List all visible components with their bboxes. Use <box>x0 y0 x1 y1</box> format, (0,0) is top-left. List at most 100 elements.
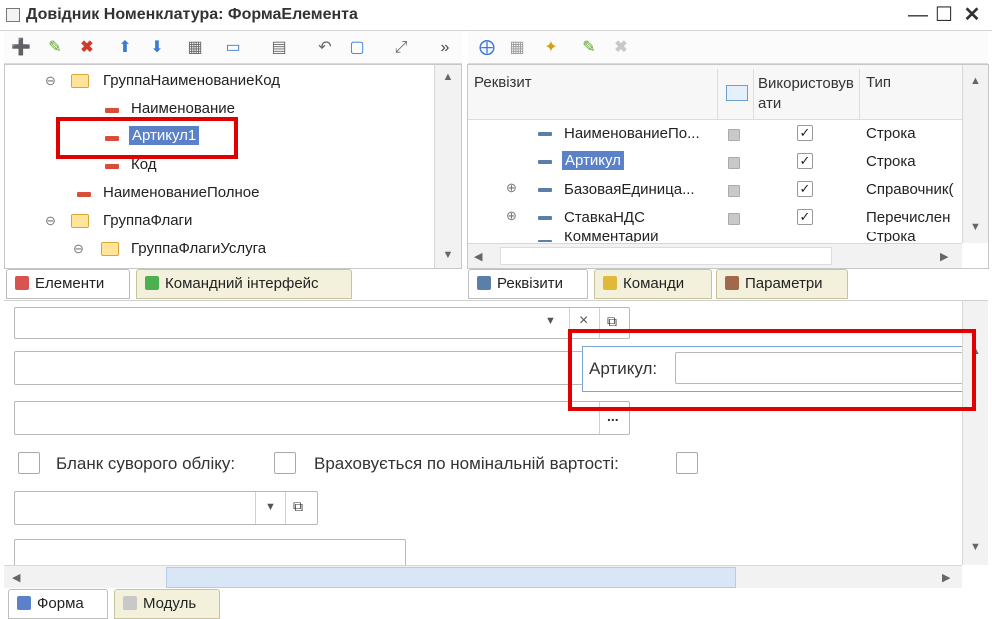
commands-icon <box>603 276 617 290</box>
header-use-label: Використовувати <box>758 75 854 112</box>
right-toolbar: ⨁ ▦ ✦ ✎ ✖ <box>468 31 988 64</box>
scroll-down-icon[interactable]: ▼ <box>435 249 461 261</box>
tree-item-name[interactable]: Наименование <box>131 100 235 117</box>
small-dropdown-field[interactable]: ▼ ⧉ <box>14 491 318 525</box>
add-icon[interactable]: ➕ <box>10 37 32 59</box>
layout-icon[interactable]: ▤ <box>268 37 290 59</box>
blank-label: Бланк суворого обліку: <box>56 454 236 473</box>
table-row[interactable]: Артикул ✓ Строка <box>468 148 962 176</box>
move-up-icon[interactable]: ⬆ <box>114 37 136 59</box>
nominal-label: Враховується по номінальній вартості: <box>314 454 619 473</box>
add-table-icon[interactable]: ▦ <box>506 37 528 59</box>
use-checkbox[interactable]: ✓ <box>797 209 813 225</box>
more-icon[interactable]: » <box>434 37 456 59</box>
tab-form[interactable]: Форма <box>8 589 108 619</box>
requisite-icon <box>538 160 552 164</box>
folder-icon <box>71 74 89 88</box>
table-row[interactable]: Комментарий Строка <box>468 232 962 242</box>
use-checkbox[interactable]: ✓ <box>797 181 813 197</box>
row-name: НаименованиеПо... <box>564 125 700 142</box>
maximize-icon[interactable]: ☐ <box>932 3 956 27</box>
scroll-up-icon[interactable]: ▲ <box>435 71 461 83</box>
open-icon[interactable]: ⧉ <box>607 313 617 330</box>
requisites-table: Реквізит Використовувати Тип Наименовани… <box>467 64 989 269</box>
select-field[interactable]: ... <box>14 401 630 435</box>
tab-form-label: Форма <box>37 595 84 612</box>
header-use[interactable]: Використовувати <box>758 74 856 114</box>
view-icon[interactable]: ▢ <box>346 37 368 59</box>
row-name: БазоваяЕдиница... <box>564 181 695 198</box>
delete-icon[interactable]: ✖ <box>76 37 98 59</box>
form-hscrollbar[interactable]: ◀ ▶ <box>4 565 962 588</box>
minimize-icon[interactable]: — <box>906 3 930 27</box>
divider <box>255 492 256 524</box>
tab-parameters[interactable]: Параметри <box>716 269 848 299</box>
header-requisite[interactable]: Реквізит <box>474 74 532 91</box>
hscroll-thumb[interactable] <box>166 567 736 588</box>
tree-item-full-name[interactable]: НаименованиеПолное <box>103 184 260 201</box>
collapse-icon[interactable]: ⊖ <box>45 73 56 89</box>
expand-row-icon[interactable]: ⊕ <box>506 180 517 196</box>
table-vscrollbar[interactable]: ▲ ▼ <box>962 65 988 243</box>
tab-commands[interactable]: Команди <box>594 269 712 299</box>
highlight-box-form <box>568 329 976 411</box>
row-type: Справочник( <box>866 181 954 198</box>
scroll-right-icon[interactable]: ▶ <box>940 250 948 263</box>
parameters-icon <box>725 276 739 290</box>
tab-command-interface[interactable]: Командний інтерфейс <box>136 269 352 299</box>
display-icon[interactable]: ▭ <box>222 37 244 59</box>
table-hscrollbar[interactable]: ◀ ▶ <box>468 243 962 268</box>
clear-icon[interactable]: × <box>579 312 588 330</box>
nominal-checkbox[interactable] <box>676 452 698 474</box>
scroll-left-icon[interactable]: ◀ <box>474 250 482 263</box>
row-type: Перечислен <box>866 209 951 226</box>
requisite-icon <box>538 216 552 220</box>
collapse-icon[interactable]: ⊖ <box>73 241 84 257</box>
row-name: Артикул <box>562 151 624 170</box>
scroll-down-icon[interactable]: ▼ <box>963 541 988 553</box>
field-icon <box>77 192 91 197</box>
tree-item-group-flags-service[interactable]: ГруппаФлагиУслуга <box>131 240 266 257</box>
add-column-icon[interactable]: ✦ <box>540 37 562 59</box>
close-icon[interactable]: ✕ <box>960 3 984 27</box>
chevron-down-icon[interactable]: ▼ <box>545 315 556 327</box>
table-row[interactable]: ⊕ СтавкаНДС ✓ Перечислен <box>468 204 962 232</box>
tree-scrollbar[interactable]: ▲ ▼ <box>434 65 461 268</box>
scroll-right-icon[interactable]: ▶ <box>942 571 950 584</box>
use-checkbox[interactable]: ✓ <box>797 125 813 141</box>
tab-module[interactable]: Модуль <box>114 589 220 619</box>
scroll-up-icon[interactable]: ▲ <box>963 75 988 87</box>
edit-icon[interactable]: ✎ <box>44 37 66 59</box>
edit-requisite-icon[interactable]: ✎ <box>578 37 600 59</box>
blank-checkbox[interactable] <box>274 452 296 474</box>
row-name: Комментарий <box>564 232 659 242</box>
add-requisite-icon[interactable]: ⨁ <box>476 37 498 59</box>
tree-item-group-flags[interactable]: ГруппаФлаги <box>103 212 192 229</box>
undo-icon[interactable]: ↶ <box>314 37 336 59</box>
hscroll-thumb[interactable] <box>500 247 832 265</box>
title-bar: Довідник Номенклатура: ФормаЕлемента — ☐… <box>0 0 992 31</box>
table-row[interactable]: ⊕ БазоваяЕдиница... ✓ Справочник( <box>468 176 962 204</box>
picture-marker <box>728 213 740 225</box>
tab-elements[interactable]: Елементи <box>6 269 130 299</box>
table-row[interactable]: НаименованиеПо... ✓ Строка <box>468 120 962 148</box>
properties-icon[interactable]: ▦ <box>184 37 206 59</box>
leading-checkbox[interactable] <box>18 452 40 474</box>
tab-requisites[interactable]: Реквізити <box>468 269 588 299</box>
chevron-down-icon[interactable]: ▼ <box>265 501 276 513</box>
highlight-box-tree <box>56 117 238 159</box>
move-down-icon[interactable]: ⬇ <box>146 37 168 59</box>
scroll-down-icon[interactable]: ▼ <box>963 221 988 233</box>
use-checkbox[interactable]: ✓ <box>797 153 813 169</box>
delete-requisite-icon[interactable]: ✖ <box>610 37 632 59</box>
open-icon[interactable]: ⧉ <box>293 498 303 515</box>
dropdown-field[interactable]: ▼ × ⧉ <box>14 307 630 339</box>
collapse-icon[interactable]: ⊖ <box>45 213 56 229</box>
left-toolbar: ➕ ✎ ✖ ⬆ ⬇ ▦ ▭ ▤ ↶ ▢ ⤢ » <box>4 31 462 64</box>
scroll-left-icon[interactable]: ◀ <box>12 571 20 584</box>
text-field-bottom[interactable] <box>14 539 406 567</box>
expand-row-icon[interactable]: ⊕ <box>506 208 517 224</box>
expand-icon[interactable]: ⤢ <box>390 37 412 59</box>
header-type[interactable]: Тип <box>866 74 891 91</box>
tree-item-group-name-code[interactable]: ГруппаНаименованиеКод <box>103 72 280 89</box>
